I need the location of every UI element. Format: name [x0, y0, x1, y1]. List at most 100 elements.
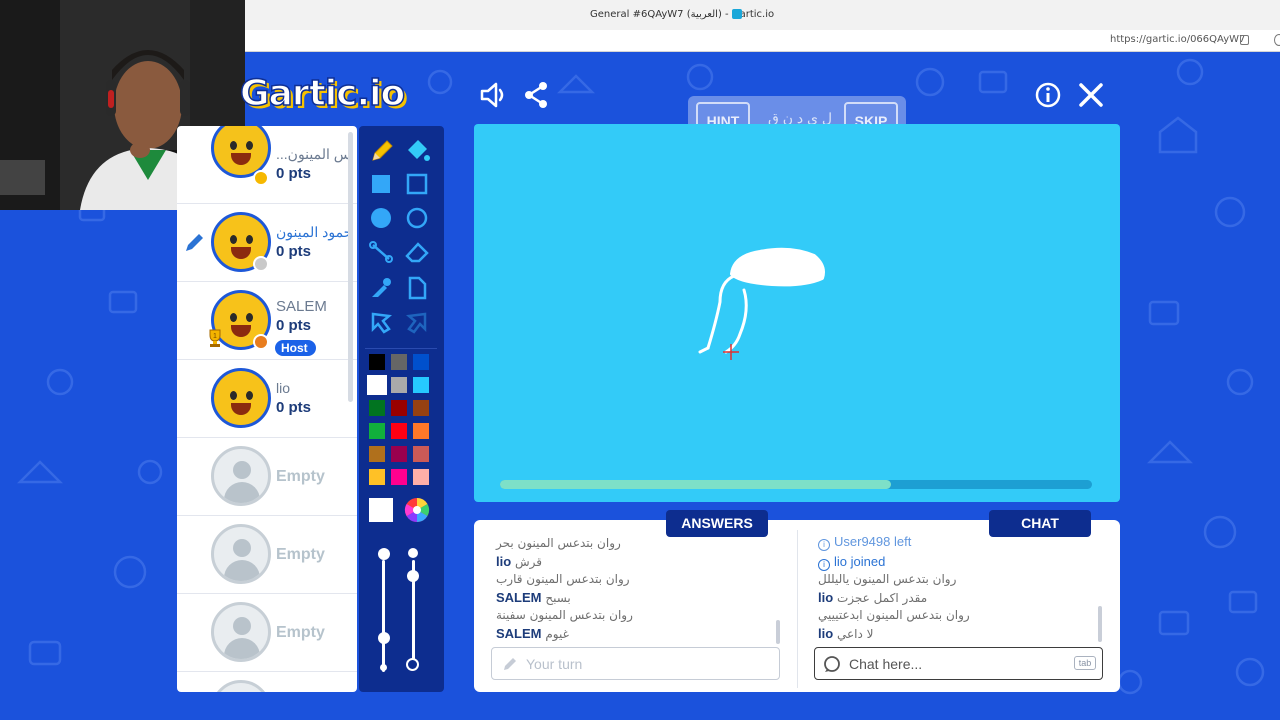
answer-input-placeholder: Your turn	[526, 656, 583, 672]
new-page-tool-icon[interactable]	[401, 272, 433, 304]
color-swatch[interactable]	[391, 377, 407, 393]
info-icon[interactable]	[1033, 80, 1063, 110]
color-swatch[interactable]	[369, 469, 385, 485]
line-tool-icon[interactable]	[365, 236, 397, 268]
player-points: 0 pts	[276, 317, 312, 334]
player-row[interactable]: ...س المينون 0 pts	[177, 126, 357, 204]
color-swatch[interactable]	[391, 354, 407, 370]
color-swatch[interactable]	[391, 469, 407, 485]
empty-avatar	[211, 602, 271, 662]
answers-scrollbar[interactable]	[776, 620, 780, 644]
answer-user: lio	[496, 554, 512, 569]
status-dot	[253, 170, 269, 186]
current-color-swatch[interactable]	[369, 498, 393, 522]
answer-message: روان بتدعس المينون سفينة	[496, 608, 633, 622]
empty-label: Empty	[276, 468, 325, 485]
answer-text: غيوم	[545, 627, 569, 641]
round-timer-fill	[500, 480, 891, 489]
player-name: حمود المينون	[276, 224, 353, 240]
trophy-icon: 1	[209, 329, 221, 347]
avatar	[211, 368, 271, 428]
empty-slot	[177, 672, 357, 692]
system-message-text: lio joined	[834, 554, 886, 569]
circle-outline-tool-icon[interactable]	[401, 202, 433, 234]
opacity-min-icon	[406, 658, 419, 671]
color-swatch[interactable]	[367, 375, 387, 395]
rectangle-outline-tool-icon[interactable]	[401, 168, 433, 200]
color-swatch[interactable]	[413, 469, 429, 485]
color-swatch[interactable]	[413, 377, 429, 393]
close-icon[interactable]	[1076, 80, 1106, 110]
redo-tool-icon[interactable]	[401, 306, 433, 338]
status-dot	[253, 256, 269, 272]
color-swatch[interactable]	[413, 400, 429, 416]
opacity-knob[interactable]	[407, 570, 419, 582]
players-panel: ...س المينون 0 pts حمود المينون 0 pts 1 …	[177, 126, 357, 692]
color-swatch[interactable]	[369, 400, 385, 416]
chat-text: مقدر اكمل عجزت	[837, 591, 928, 605]
answer-message: SALEM غيوم	[496, 626, 569, 641]
chat-message: lio مقدر اكمل عجزت	[818, 590, 927, 605]
chat-input[interactable]: Chat here...	[814, 647, 1103, 680]
answer-text: روان بتدعس المينون سفينة	[496, 608, 633, 622]
undo-tool-icon[interactable]	[365, 306, 397, 338]
color-swatch[interactable]	[391, 400, 407, 416]
answer-user: SALEM	[496, 626, 542, 641]
browser-menu-icon[interactable]	[1274, 34, 1280, 46]
answers-tab[interactable]: ANSWERS	[666, 510, 768, 537]
pencil-icon	[504, 658, 516, 670]
player-row[interactable]: lio 0 pts	[177, 360, 357, 438]
chat-tab[interactable]: CHAT	[989, 510, 1091, 537]
player-row[interactable]: 1 SALEM 0 pts Host	[177, 282, 357, 360]
color-swatch[interactable]	[391, 446, 407, 462]
color-swatch[interactable]	[413, 423, 429, 439]
eraser-tool-icon[interactable]	[401, 236, 433, 268]
color-swatch[interactable]	[369, 423, 385, 439]
answer-message: SALEM بسبح	[496, 590, 571, 605]
color-swatch[interactable]	[413, 354, 429, 370]
lock-icon[interactable]	[1240, 35, 1249, 45]
empty-avatar	[211, 446, 271, 506]
filled-circle-tool-icon[interactable]	[365, 202, 397, 234]
answer-text: روان بتدعس المينون بحر	[496, 536, 621, 550]
host-badge-label: Host	[281, 341, 308, 355]
player-points: 0 pts	[276, 399, 312, 416]
color-swatch[interactable]	[391, 423, 407, 439]
answer-input[interactable]: Your turn	[491, 647, 780, 680]
empty-label: Empty	[276, 624, 325, 641]
drawing-canvas[interactable]	[474, 124, 1120, 502]
host-badge: Host	[275, 340, 316, 356]
fill-bucket-tool-icon[interactable]	[401, 134, 433, 166]
chat-bubble-icon	[824, 656, 840, 672]
system-message: i lio joined	[818, 554, 885, 571]
crosshair-cursor-icon	[723, 344, 739, 360]
empty-slot: Empty	[177, 594, 357, 672]
drawing-strokes	[698, 247, 825, 360]
chat-message: روان بتدعس المينون ابدعتيييي	[818, 608, 970, 622]
chat-scrollbar[interactable]	[1098, 606, 1102, 642]
filled-rectangle-tool-icon[interactable]	[365, 168, 397, 200]
chat-text: روان بتدعس المينون ياليللل	[818, 572, 957, 586]
brush-size-slider[interactable]	[382, 560, 385, 672]
eyedropper-tool-icon[interactable]	[365, 272, 397, 304]
tools-panel	[359, 126, 444, 692]
player-name: lio	[276, 380, 291, 396]
color-swatch[interactable]	[369, 354, 385, 370]
player-points: 0 pts	[276, 243, 312, 260]
sound-icon[interactable]	[478, 80, 508, 110]
brush-size-max-icon	[378, 548, 390, 560]
pencil-tool-icon[interactable]	[365, 134, 397, 166]
color-wheel-icon[interactable]	[401, 494, 433, 526]
url-text[interactable]: https://gartic.io/066QAyW7	[1110, 34, 1245, 45]
color-swatch[interactable]	[413, 446, 429, 462]
color-swatch[interactable]	[369, 446, 385, 462]
share-icon[interactable]	[521, 80, 551, 110]
gartic-logo[interactable]: Gartic.io	[239, 72, 406, 115]
chat-text: لا داعي	[837, 627, 874, 641]
player-name: ...س المينون	[276, 146, 351, 162]
answer-message: روان بتدعس المينون بحر	[496, 536, 621, 550]
players-scrollbar[interactable]	[348, 132, 353, 402]
answer-message: روان بتدعس المينون قارب	[496, 572, 630, 586]
panel-divider	[797, 530, 798, 688]
brush-size-knob[interactable]	[378, 632, 390, 644]
